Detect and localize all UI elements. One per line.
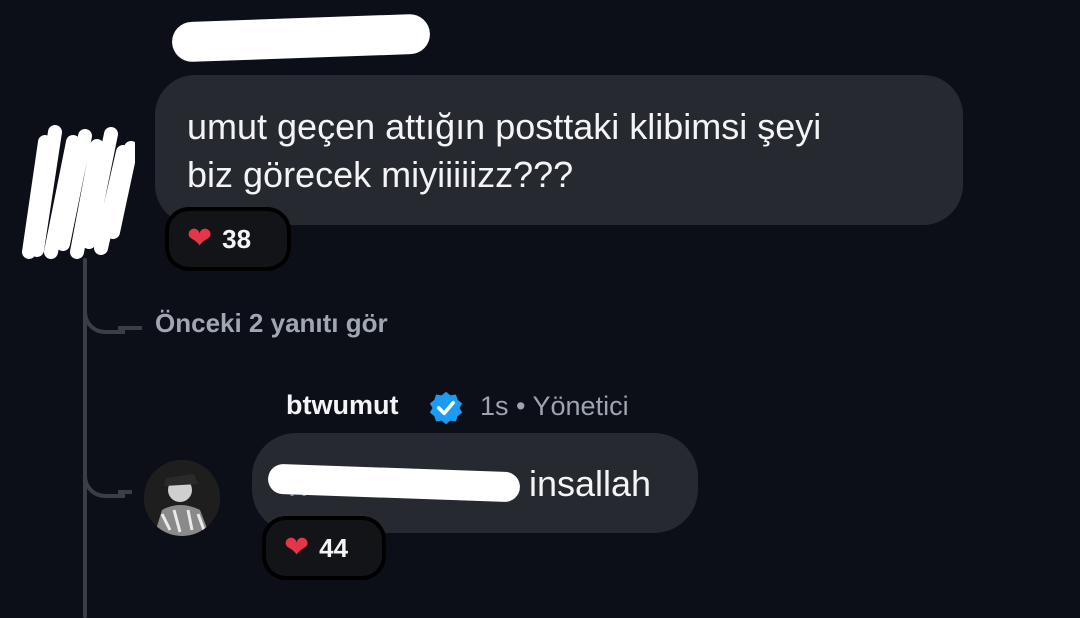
reply-text: insallah <box>529 463 652 504</box>
reply-reaction[interactable]: ❤ 44 <box>262 516 386 580</box>
avatar[interactable] <box>144 460 220 536</box>
reply-time: 1s <box>480 391 509 421</box>
thread-connector-line <box>118 326 142 330</box>
reaction-count: 44 <box>319 532 349 563</box>
view-previous-replies-link[interactable]: Önceki 2 yanıtı gör <box>155 308 388 339</box>
reaction-count: 38 <box>222 223 252 254</box>
reply-role: Yönetici <box>532 391 629 421</box>
reply-username[interactable]: btwumut <box>286 390 398 421</box>
comment-reaction[interactable]: ❤ 38 <box>165 207 291 271</box>
heart-icon: ❤ <box>187 222 213 255</box>
verified-badge-icon <box>429 391 463 425</box>
reply-meta: 1s • Yönetici <box>480 391 629 422</box>
comment-text: umut geçen attığın posttaki klibimsi şey… <box>187 106 822 195</box>
comment-bubble[interactable]: umut geçen attığın posttaki klibimsi şey… <box>155 75 963 225</box>
redacted-avatar <box>15 112 138 260</box>
meta-separator: • <box>516 391 526 421</box>
thread-connector-line <box>118 490 132 494</box>
redacted-username <box>171 13 431 63</box>
heart-icon: ❤ <box>284 531 310 564</box>
